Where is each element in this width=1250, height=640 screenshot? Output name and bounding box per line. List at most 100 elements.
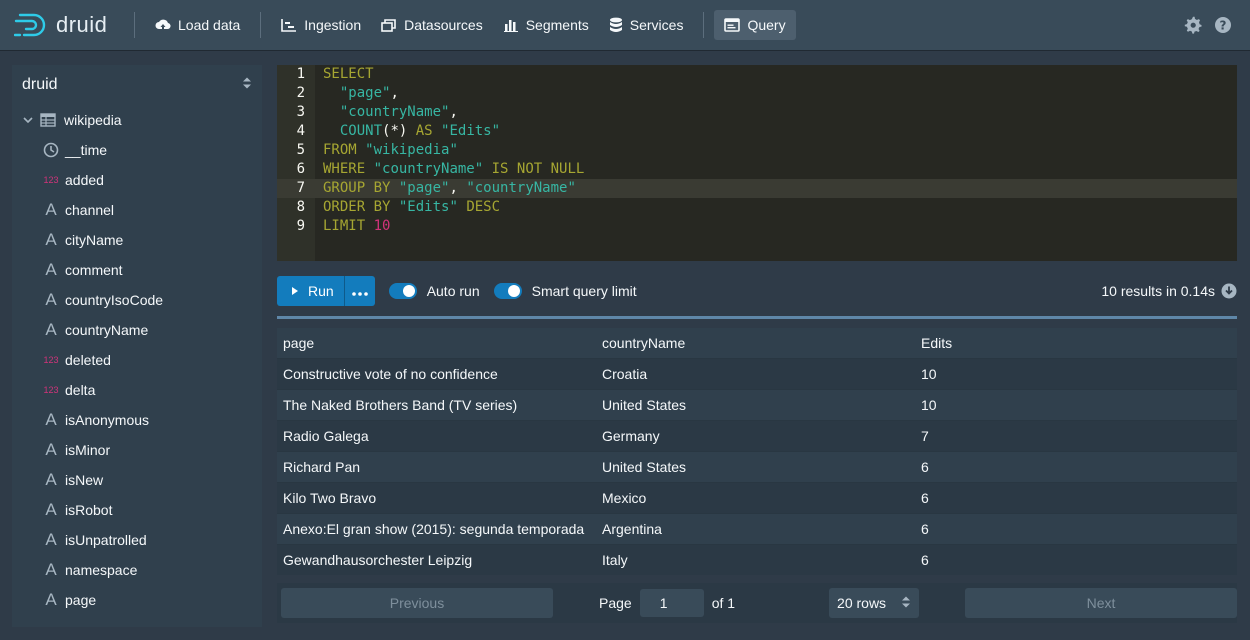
smart-limit-switch[interactable]: Smart query limit xyxy=(493,283,637,299)
table-cell[interactable]: Mexico xyxy=(596,490,915,506)
column-item[interactable]: __time xyxy=(12,135,262,165)
column-header-edits[interactable]: Edits xyxy=(915,335,1237,351)
sql-editor[interactable]: 1 SELECT 2 "page", 3 "countryName", 4 COUNT(… xyxy=(277,65,1237,261)
column-item[interactable]: AisUnpatrolled xyxy=(12,525,262,555)
table-cell[interactable]: Croatia xyxy=(596,366,915,382)
code-text: LIMIT 10 xyxy=(307,217,390,236)
line-number: 7 xyxy=(296,180,305,196)
table-cell[interactable]: United States xyxy=(596,459,915,475)
table-cell[interactable]: 6 xyxy=(915,521,1237,537)
code-token: (*) xyxy=(382,123,416,139)
column-item[interactable]: AisMinor xyxy=(12,435,262,465)
nav-query[interactable]: Query xyxy=(714,10,796,40)
table-cell[interactable]: United States xyxy=(596,397,915,413)
code-token: "wikipedia" xyxy=(365,142,458,158)
next-button[interactable]: Next xyxy=(965,588,1238,618)
gear-icon[interactable] xyxy=(1184,16,1202,34)
druid-logo[interactable]: druid xyxy=(14,12,124,38)
code-line[interactable]: 2 "page", xyxy=(277,84,1237,103)
table-cell[interactable]: Anexo:El gran show (2015): segunda tempo… xyxy=(277,521,596,537)
table-cell[interactable]: 10 xyxy=(915,366,1237,382)
nav-load-data-label: Load data xyxy=(178,17,241,33)
download-icon[interactable] xyxy=(1221,283,1237,299)
table-cell[interactable]: Gewandhausorchester Leipzig xyxy=(277,552,596,568)
table-row[interactable]: The Naked Brothers Band (TV series) Unite… xyxy=(277,389,1237,420)
table-row[interactable]: Anexo:El gran show (2015): segunda tempo… xyxy=(277,513,1237,544)
column-item[interactable]: AcityName xyxy=(12,225,262,255)
table-cell[interactable]: Richard Pan xyxy=(277,459,596,475)
table-node-wikipedia[interactable]: wikipedia xyxy=(12,105,262,135)
string-type-icon: A xyxy=(45,440,57,459)
table-row[interactable]: Richard Pan United States 6 xyxy=(277,451,1237,482)
column-name: isNew xyxy=(65,472,104,488)
table-row[interactable]: Constructive vote of no confidence Croati… xyxy=(277,358,1237,389)
code-line[interactable]: 8 ORDER BY "Edits" DESC xyxy=(277,198,1237,217)
nav-ingestion[interactable]: Ingestion xyxy=(271,10,371,40)
table-cell[interactable]: Radio Galega xyxy=(277,428,596,444)
table-row[interactable]: Gewandhausorchester Leipzig Italy 6 xyxy=(277,544,1237,575)
code-line[interactable]: 7 GROUP BY "page", "countryName" xyxy=(277,179,1237,198)
more-options-button[interactable] xyxy=(343,276,375,306)
nav-datasources[interactable]: Datasources xyxy=(371,10,493,40)
code-line[interactable]: 9 LIMIT 10 xyxy=(277,217,1237,236)
smart-limit-toggle[interactable] xyxy=(493,283,522,299)
code-line[interactable]: 6 WHERE "countryName" IS NOT NULL xyxy=(277,160,1237,179)
nav-segments[interactable]: Segments xyxy=(493,10,599,40)
code-line[interactable]: 5 FROM "wikipedia" xyxy=(277,141,1237,160)
resize-divider[interactable] xyxy=(277,316,1237,319)
rows-per-page-select[interactable]: 20 rows xyxy=(829,588,920,618)
table-cell[interactable]: 6 xyxy=(915,490,1237,506)
column-item[interactable]: AcountryName xyxy=(12,315,262,345)
table-cell[interactable]: Germany xyxy=(596,428,915,444)
table-cell[interactable]: Constructive vote of no confidence xyxy=(277,366,596,382)
column-item[interactable]: Apage xyxy=(12,585,262,615)
column-item[interactable]: AcountryIsoCode xyxy=(12,285,262,315)
code-token: FROM xyxy=(323,142,357,158)
code-token: LIMIT xyxy=(323,218,366,234)
column-item[interactable]: Anamespace xyxy=(12,555,262,585)
column-item[interactable]: AisRobot xyxy=(12,495,262,525)
nav-divider xyxy=(134,12,135,38)
previous-button[interactable]: Previous xyxy=(281,588,553,618)
cloud-upload-icon xyxy=(155,18,171,32)
column-header-page[interactable]: page xyxy=(277,335,596,351)
nav-load-data[interactable]: Load data xyxy=(145,10,250,40)
column-item[interactable]: 123 delta xyxy=(12,375,262,405)
nav-services[interactable]: Services xyxy=(599,10,694,40)
auto-run-switch[interactable]: Auto run xyxy=(388,283,480,299)
code-line[interactable]: 4 COUNT(*) AS "Edits" xyxy=(277,122,1237,141)
column-name: isMinor xyxy=(65,442,111,458)
column-header-countryname[interactable]: countryName xyxy=(596,335,915,351)
code-token: "page" xyxy=(339,85,391,101)
line-number: 2 xyxy=(296,85,305,101)
table-cell[interactable]: Argentina xyxy=(596,521,915,537)
chevron-down-icon[interactable] xyxy=(22,114,34,126)
code-line[interactable]: 3 "countryName", xyxy=(277,103,1237,122)
table-cell[interactable]: 6 xyxy=(915,459,1237,475)
druid-logo-icon xyxy=(14,13,46,37)
auto-run-toggle[interactable] xyxy=(388,283,417,299)
run-label: Run xyxy=(308,283,334,299)
help-icon[interactable]: ? xyxy=(1214,16,1232,34)
page-input[interactable]: 1 xyxy=(639,589,704,617)
run-button[interactable]: Run xyxy=(277,276,344,306)
table-cell[interactable]: Kilo Two Bravo xyxy=(277,490,596,506)
table-cell[interactable]: 10 xyxy=(915,397,1237,413)
column-item[interactable]: AisAnonymous xyxy=(12,405,262,435)
table-cell[interactable]: 7 xyxy=(915,428,1237,444)
table-cell[interactable]: Italy xyxy=(596,552,915,568)
table-cell[interactable]: 6 xyxy=(915,552,1237,568)
code-line[interactable]: 1 SELECT xyxy=(277,65,1237,84)
table-cell[interactable]: The Naked Brothers Band (TV series) xyxy=(277,397,596,413)
column-item[interactable]: 123 deleted xyxy=(12,345,262,375)
table-row[interactable]: Kilo Two Bravo Mexico 6 xyxy=(277,482,1237,513)
column-item[interactable]: Acomment xyxy=(12,255,262,285)
column-item[interactable]: AisNew xyxy=(12,465,262,495)
column-item[interactable]: Achannel xyxy=(12,195,262,225)
database-select[interactable]: druid xyxy=(12,65,262,105)
column-item[interactable]: 123 added xyxy=(12,165,262,195)
table-row[interactable]: Radio Galega Germany 7 xyxy=(277,420,1237,451)
